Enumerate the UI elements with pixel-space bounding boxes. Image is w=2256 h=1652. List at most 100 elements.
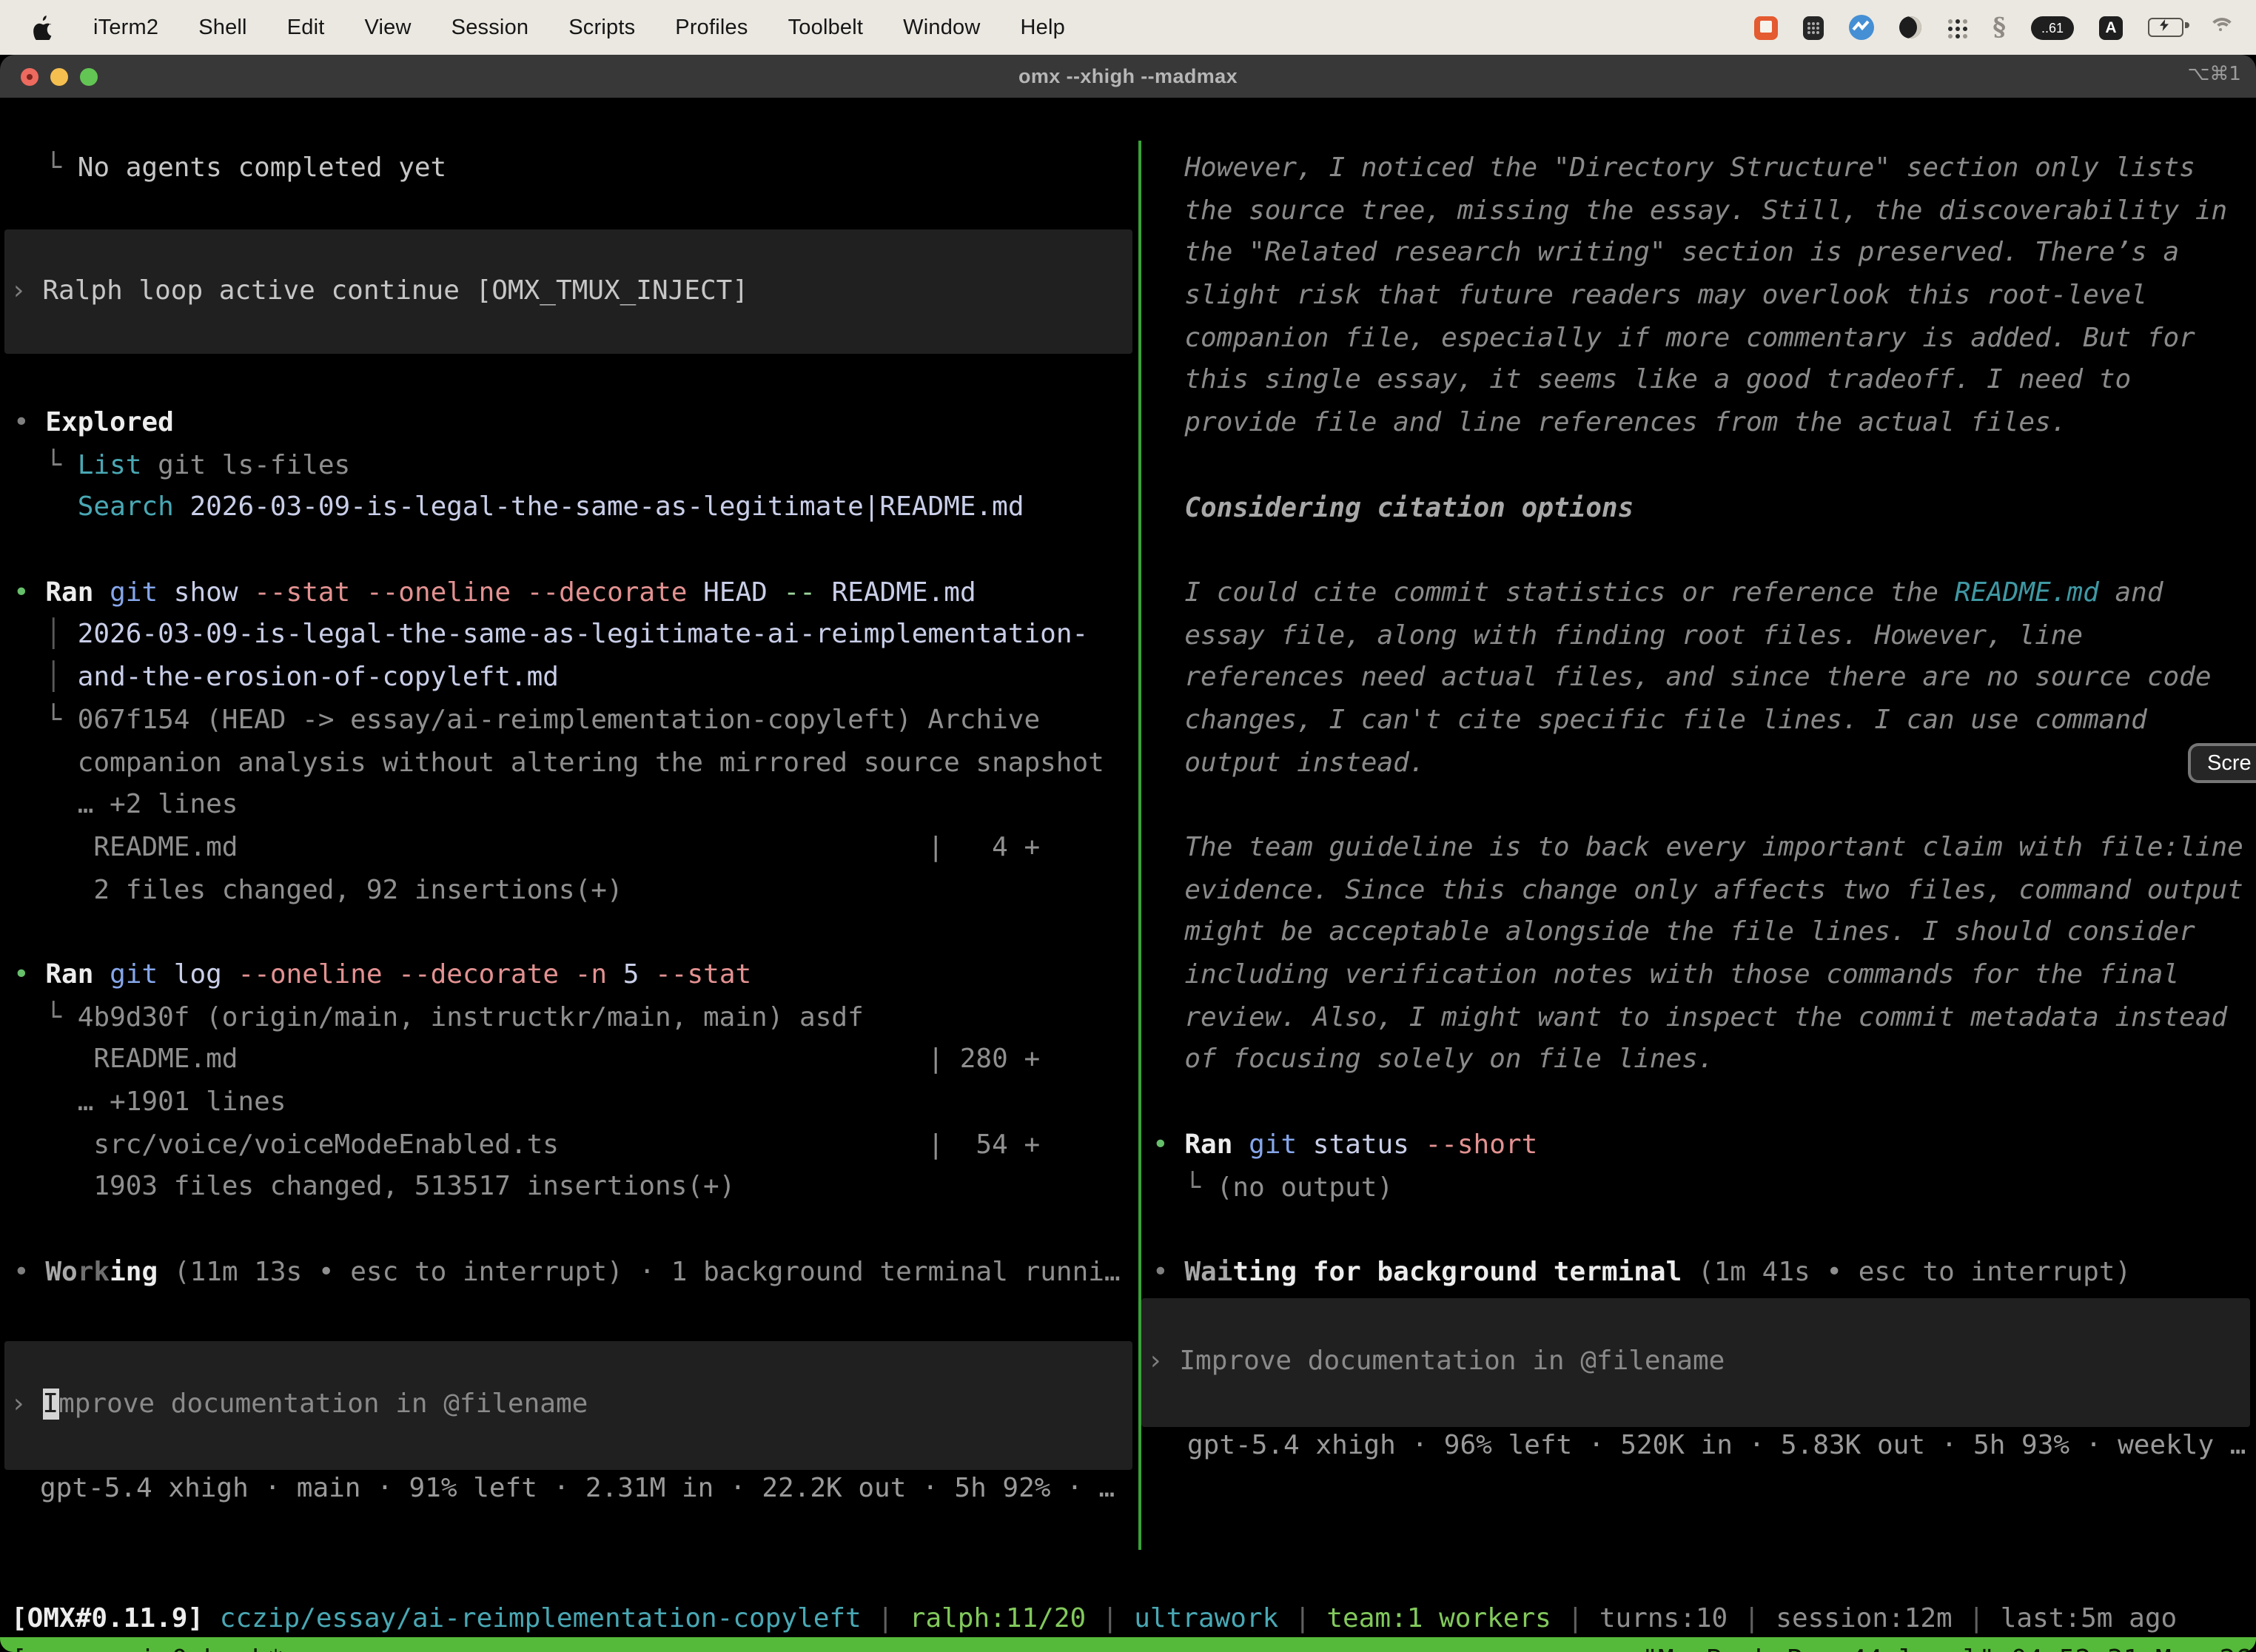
terminal-line: 1903 files changed, 513517 insertions(+): [13, 1167, 1138, 1209]
terminal-line: [13, 913, 1138, 955]
iterm2-window: omx --xhigh --madmax ⌥⌘1 └ No agents com…: [0, 55, 2256, 1652]
squiggle-icon[interactable]: §: [1993, 13, 2006, 42]
terminal-line: └ 4b9d30f (origin/main, instructkr/main,…: [13, 997, 1138, 1039]
terminal-content: └ No agents completed yet › Ralph loop a…: [0, 98, 2256, 1652]
tmux-window-label[interactable]: [omx-cczip0:bash*: [0, 1645, 283, 1652]
terminal-line: changes, I can't cite specific file line…: [1152, 700, 2256, 742]
terminal-line: README.md | 4 +: [13, 827, 1138, 870]
terminal-line: Search 2026-03-09-is-legal-the-same-as-l…: [13, 488, 1138, 530]
terminal-line: [1152, 1082, 2256, 1124]
terminal-line: of focusing solely on file lines.: [1152, 1040, 2256, 1082]
terminal-line: • Ran git status --short: [1152, 1125, 2256, 1167]
terminal-line: └ 067f154 (HEAD -> essay/ai-reimplementa…: [13, 700, 1138, 742]
menu-item[interactable]: iTerm2: [93, 16, 158, 39]
terminal-line: output instead.: [1152, 742, 2256, 785]
minimize-button[interactable]: [50, 67, 68, 85]
terminal-line: [13, 530, 1138, 572]
terminal-line: • Explored: [13, 403, 1138, 445]
prompt-input-left[interactable]: › Improve documentation in @filename: [4, 1341, 1132, 1470]
terminal-line: the "Related research writing" section i…: [1152, 233, 2256, 275]
menu-item[interactable]: Shell: [198, 16, 247, 39]
terminal-line: src/voice/voiceModeEnabled.ts | 54 +: [13, 1124, 1138, 1166]
menu-bar-menus: iTerm2 Shell Edit View Session Scripts Profile…: [0, 15, 1065, 40]
terminal-line: evidence. Since this change only affects…: [1152, 870, 2256, 912]
terminal-line: └ (no output): [1152, 1167, 2256, 1209]
macos-screen: iTerm2 Shell Edit View Session Scripts Profile…: [0, 0, 2256, 1652]
menu-item[interactable]: Profiles: [675, 16, 748, 39]
no-agents-line: └ No agents completed yet: [13, 148, 1138, 190]
terminal-line: └ List git ls-files: [13, 445, 1138, 487]
menu-bar-status-icons: § ..61 A: [1754, 13, 2256, 42]
terminal-line: • Ran git show --stat --oneline --decora…: [13, 573, 1138, 615]
close-button[interactable]: [21, 67, 38, 85]
macos-menu-bar: iTerm2 Shell Edit View Session Scripts Profile…: [0, 0, 2256, 55]
menu-item[interactable]: Window: [903, 16, 980, 39]
input-source-icon[interactable]: A: [2099, 16, 2123, 39]
prompt-text-right: › Improve documentation in @filename: [1141, 1341, 2250, 1383]
model-status-left: gpt-5.4 xhigh · main · 91% left · 2.31M …: [40, 1468, 1135, 1511]
terminal-line: However, I noticed the "Directory Struct…: [1152, 148, 2256, 190]
inject-message-line: › Ralph loop active continue [OMX_TMUX_I…: [4, 271, 1132, 313]
terminal-line: … +2 lines: [13, 785, 1138, 827]
terminal-line: references need actual files, and since …: [1152, 658, 2256, 700]
terminal-line: [1152, 530, 2256, 572]
terminal-line: I could cite commit statistics or refere…: [1152, 573, 2256, 615]
apple-menu-icon[interactable]: [33, 15, 53, 40]
prompt-input-right[interactable]: › Improve documentation in @filename: [1141, 1298, 2250, 1427]
terminal-line: The team guideline is to back every impo…: [1152, 827, 2256, 870]
agent-transcript-right: However, I noticed the "Directory Struct…: [1152, 148, 2256, 1295]
terminal-line: [13, 1209, 1138, 1252]
screen-capture-chip[interactable]: Scre: [2188, 743, 2256, 783]
tmux-status-bar: [omx-cczip0:bash* "MacBook-Pro-44.local"…: [0, 1637, 2256, 1652]
terminal-line: … +1901 lines: [13, 1082, 1138, 1124]
terminal-pane-left: └ No agents completed yet › Ralph loop a…: [0, 141, 1138, 1596]
terminal-line: companion file, especially if more comme…: [1152, 318, 2256, 360]
terminal-line: might be acceptable alongside the file l…: [1152, 913, 2256, 955]
terminal-line: 2 files changed, 92 insertions(+): [13, 870, 1138, 912]
menu-item[interactable]: Scripts: [568, 16, 635, 39]
badge-app-icon[interactable]: [1849, 15, 1874, 40]
menu-item[interactable]: Toolbelt: [788, 16, 864, 39]
terminal-line: slight risk that future readers may over…: [1152, 275, 2256, 318]
terminal-line: companion analysis without altering the …: [13, 742, 1138, 785]
terminal-line: this single essay, it seems like a good …: [1152, 360, 2256, 403]
terminal-line: provide file and line references from th…: [1152, 403, 2256, 445]
menu-item[interactable]: View: [365, 16, 412, 39]
terminal-line: README.md | 280 +: [13, 1040, 1138, 1082]
menu-item[interactable]: Session: [451, 16, 529, 39]
terminal-line: Considering citation options: [1152, 488, 2256, 530]
terminal-line: • Working (11m 13s • esc to interrupt) ·…: [13, 1252, 1138, 1295]
inject-message-box: › Ralph loop active continue [OMX_TMUX_I…: [4, 229, 1132, 354]
terminal-line: the source tree, missing the essay. Stil…: [1152, 190, 2256, 232]
terminal-line: │ 2026-03-09-is-legal-the-same-as-legiti…: [13, 615, 1138, 657]
dots-grid-icon[interactable]: [1947, 17, 1967, 38]
prompt-text-left: › Improve documentation in @filename: [4, 1384, 1132, 1426]
terminal-line: [1152, 446, 2256, 488]
moon-icon[interactable]: [1899, 16, 1921, 38]
terminal-line: [1152, 785, 2256, 827]
agent-transcript-left: • Explored └ List git ls-files Search 20…: [13, 403, 1138, 1295]
menu-items: iTerm2 Shell Edit View Session Scripts Profile…: [93, 16, 1065, 39]
terminal-line: including verification notes with those …: [1152, 955, 2256, 997]
menu-item[interactable]: Edit: [287, 16, 325, 39]
keypad-icon[interactable]: [1803, 16, 1824, 39]
window-title-bar[interactable]: omx --xhigh --madmax ⌥⌘1: [0, 55, 2256, 98]
terminal-line: review. Also, I might want to inspect th…: [1152, 998, 2256, 1040]
omx-status-bar: [OMX#0.11.9] cczip/essay/ai-reimplementa…: [11, 1599, 2256, 1641]
zoom-button[interactable]: [80, 67, 98, 85]
wifi-icon[interactable]: [2209, 17, 2235, 38]
terminal-line: • Waiting for background terminal (1m 41…: [1152, 1252, 2256, 1295]
terminal-line: [1152, 1209, 2256, 1252]
terminal-line: │ and-the-erosion-of-copyleft.md: [13, 657, 1138, 699]
battery-icon[interactable]: [2148, 18, 2183, 37]
screenshot-app-icon[interactable]: [1754, 16, 1778, 39]
window-shortcut-badge: ⌥⌘1: [2187, 64, 2241, 86]
model-status-right: gpt-5.4 xhigh · 96% left · 520K in · 5.8…: [1187, 1426, 2256, 1468]
terminal-line: • Ran git log --oneline --decorate -n 5 …: [13, 955, 1138, 997]
menu-item[interactable]: Help: [1021, 16, 1065, 39]
traffic-lights: [21, 67, 98, 85]
tmux-host-clock: "MacBook-Pro-44.local" 04:52 31-Mar-26: [1642, 1645, 2256, 1652]
terminal-line: essay file, along with finding root file…: [1152, 615, 2256, 657]
count-badge-icon[interactable]: ..61: [2031, 16, 2074, 39]
window-title: omx --xhigh --madmax: [1018, 65, 1238, 87]
